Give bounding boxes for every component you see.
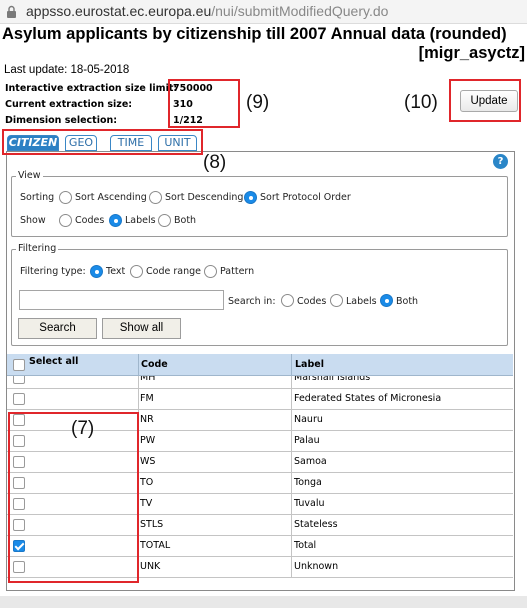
sort-ascending-label: Sort Ascending [75, 192, 147, 203]
show-both-radio[interactable] [158, 214, 171, 227]
row-code: STLS [140, 519, 164, 530]
row-label: Federated States of Micronesia [294, 393, 442, 404]
show-both-label: Both [174, 215, 197, 226]
annotation-label-10: (10) [404, 92, 438, 113]
help-icon[interactable]: ? [493, 154, 508, 169]
window-bottom-edge [0, 596, 527, 608]
row-label: Tonga [294, 477, 322, 488]
page-title: Asylum applicants by citizenship till 20… [2, 25, 525, 63]
row-code: PW [140, 435, 156, 446]
address-bar[interactable]: appsso.eurostat.ec.europa.eu/nui/submitM… [0, 0, 527, 24]
code-column-header[interactable]: Code [141, 354, 168, 376]
annotation-box-8 [2, 129, 203, 155]
row-label: Samoa [294, 456, 327, 467]
annotation-label-8: (8) [203, 152, 227, 173]
cell-divider [291, 452, 292, 473]
current-extraction-label: Current extraction size: [5, 99, 133, 110]
cell-divider [291, 389, 292, 410]
row-label: Palau [294, 435, 320, 446]
update-button[interactable]: Update [460, 90, 518, 112]
select-all-label: Select all [29, 356, 79, 367]
show-labels-radio[interactable] [109, 214, 122, 227]
url-path: /nui/submitModifiedQuery.do [211, 3, 389, 19]
cell-divider [291, 557, 292, 578]
search-input[interactable] [19, 290, 224, 310]
annotation-label-9: (9) [246, 92, 270, 113]
filter-text-label: Text [106, 266, 126, 277]
annotation-label-7: (7) [71, 418, 95, 439]
dataset-title: Asylum applicants by citizenship till 20… [2, 25, 507, 43]
view-legend: View [16, 170, 43, 181]
search-in-both-label: Both [396, 296, 419, 307]
label-column-header[interactable]: Label [295, 354, 324, 376]
sort-descending-label: Sort Descending [165, 192, 244, 203]
search-in-labels-radio[interactable] [330, 294, 343, 307]
show-labels-label: Labels [125, 215, 156, 226]
search-in-labels-label: Labels [346, 296, 377, 307]
cell-divider [291, 410, 292, 431]
cell-divider [291, 376, 292, 389]
sort-descending-radio[interactable] [149, 191, 162, 204]
sort-protocol-order-label: Sort Protocol Order [260, 192, 351, 203]
search-button[interactable]: Search [18, 318, 97, 339]
search-in-both-radio[interactable] [380, 294, 393, 307]
url-host: appsso.eurostat.ec.europa.eu [26, 3, 212, 19]
table-row[interactable]: FM Federated States of Micronesia [7, 389, 513, 410]
row-label: Stateless [294, 519, 338, 530]
cell-divider [291, 536, 292, 557]
row-code: WS [140, 456, 156, 467]
row-code: TOTAL [140, 540, 171, 551]
sort-protocol-order-radio[interactable] [244, 191, 257, 204]
cell-divider [291, 515, 292, 536]
select-all-checkbox[interactable] [13, 359, 25, 371]
cell-divider [138, 376, 139, 389]
filter-pattern-label: Pattern [220, 266, 255, 277]
header-divider [138, 354, 139, 376]
annotation-box-9 [168, 79, 240, 128]
extraction-limit-label: Interactive extraction size limit: [5, 83, 178, 94]
show-codes-radio[interactable] [59, 214, 72, 227]
cell-divider [138, 389, 139, 410]
row-checkbox[interactable] [13, 376, 25, 384]
row-label: Marshall Islands [294, 376, 371, 383]
row-code: NR [140, 414, 154, 425]
table-row[interactable]: MH Marshall Islands [7, 376, 513, 389]
row-code: UNK [140, 561, 161, 572]
dataset-code: [migr_asyctz] [418, 44, 525, 62]
row-code: MH [140, 376, 156, 383]
row-code: FM [140, 393, 154, 404]
search-in-codes-label: Codes [297, 296, 327, 307]
filtering-legend: Filtering [16, 243, 59, 254]
row-label: Total [294, 540, 317, 551]
view-fieldset [11, 176, 508, 237]
filter-code-range-label: Code range [146, 266, 201, 277]
show-all-button[interactable]: Show all [102, 318, 181, 339]
header-divider [291, 354, 292, 376]
row-code: TO [140, 477, 154, 488]
row-code: TV [140, 498, 153, 509]
filter-pattern-radio[interactable] [204, 265, 217, 278]
row-label: Tuvalu [294, 498, 325, 509]
row-label: Nauru [294, 414, 323, 425]
row-checkbox[interactable] [13, 393, 25, 405]
table-header: Select all Code Label [7, 354, 513, 376]
filter-text-radio[interactable] [90, 265, 103, 278]
filter-code-range-radio[interactable] [130, 265, 143, 278]
cell-divider [291, 473, 292, 494]
search-in-codes-radio[interactable] [281, 294, 294, 307]
row-label: Unknown [294, 561, 339, 572]
sort-ascending-radio[interactable] [59, 191, 72, 204]
cell-divider [291, 431, 292, 452]
lock-icon [6, 4, 17, 23]
last-update: Last update: 18-05-2018 [4, 64, 130, 76]
cell-divider [291, 494, 292, 515]
show-codes-label: Codes [75, 215, 105, 226]
search-in-label: Search in: [228, 296, 276, 307]
filtering-type-label: Filtering type: [20, 266, 86, 277]
sorting-label: Sorting [20, 192, 55, 203]
show-label: Show [20, 215, 46, 226]
dimension-selection-label: Dimension selection: [5, 115, 118, 126]
url-text: appsso.eurostat.ec.europa.eu/nui/submitM… [26, 3, 388, 19]
